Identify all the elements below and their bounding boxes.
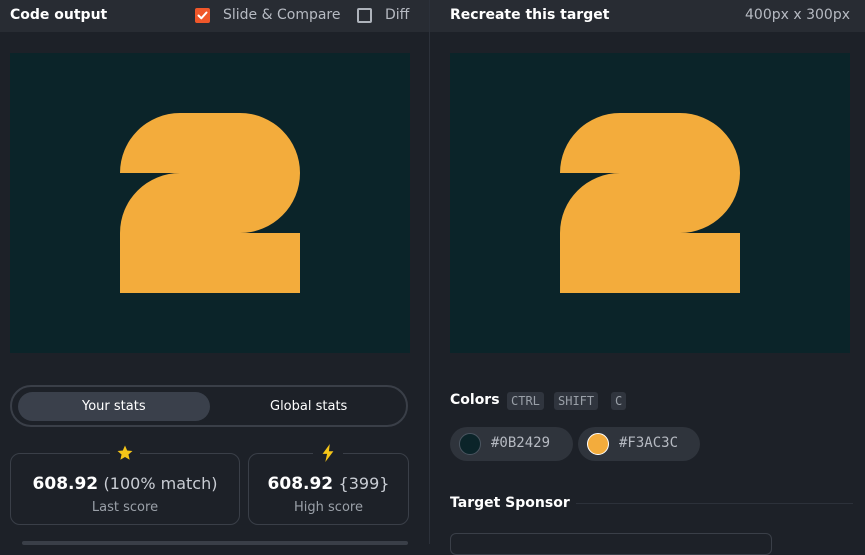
tab-global-stats[interactable]: Global stats xyxy=(270,399,347,414)
last-score-number: 608.92 xyxy=(32,474,99,494)
high-score-value: 608.92 {399} xyxy=(249,474,408,494)
slide-compare-checkbox[interactable] xyxy=(195,8,210,23)
code-output-canvas[interactable] xyxy=(10,53,410,353)
star-icon xyxy=(110,443,140,463)
color-hex-orange: #F3AC3C xyxy=(619,435,679,451)
code-output-panel: Code output Slide & Compare Diff Your st… xyxy=(0,0,429,545)
high-score-label: High score xyxy=(294,500,363,515)
target-header: Recreate this target 400px x 300px xyxy=(430,0,865,32)
last-score-match: (100% match) xyxy=(103,474,218,493)
colors-title: Colors xyxy=(450,392,500,408)
last-score-value: 608.92 (100% match) xyxy=(11,474,239,494)
shortcut-ctrl: CTRL xyxy=(507,392,544,410)
target-canvas xyxy=(450,53,850,353)
sponsor-divider xyxy=(576,503,853,504)
high-score-card: 608.92 {399} High score xyxy=(248,453,409,525)
target-panel: Recreate this target 400px x 300px Color… xyxy=(430,0,865,555)
last-score-label: Last score xyxy=(91,500,159,515)
color-chip-dark[interactable]: #0B2429 xyxy=(450,427,573,461)
target-sponsor-title: Target Sponsor xyxy=(450,495,570,511)
color-swatch-dark xyxy=(459,433,481,455)
tab-your-stats[interactable]: Your stats xyxy=(82,399,146,414)
color-hex-dark: #0B2429 xyxy=(491,435,551,451)
code-output-header: Code output Slide & Compare Diff xyxy=(0,0,429,32)
shortcut-c: C xyxy=(611,392,627,410)
output-shape xyxy=(120,113,300,293)
shortcut-shift: SHIFT xyxy=(554,392,599,410)
color-chip-orange[interactable]: #F3AC3C xyxy=(578,427,700,461)
diff-checkbox[interactable] xyxy=(357,8,372,23)
stats-toggle: Your stats Global stats xyxy=(10,385,408,427)
checkmark-icon xyxy=(197,11,208,20)
target-dimensions: 400px x 300px xyxy=(745,7,850,23)
target-shape xyxy=(560,113,740,293)
diff-label[interactable]: Diff xyxy=(385,7,409,23)
sponsor-box[interactable] xyxy=(450,533,772,555)
stats-bottom-element xyxy=(22,541,408,545)
high-score-number: 608.92 xyxy=(267,474,334,494)
high-score-count: {399} xyxy=(338,474,390,493)
target-title: Recreate this target xyxy=(450,7,610,23)
slide-compare-label[interactable]: Slide & Compare xyxy=(223,7,341,23)
code-output-title: Code output xyxy=(10,7,108,23)
color-swatch-orange xyxy=(587,433,609,455)
lightning-icon xyxy=(313,443,343,463)
last-score-card: 608.92 (100% match) Last score xyxy=(10,453,240,525)
